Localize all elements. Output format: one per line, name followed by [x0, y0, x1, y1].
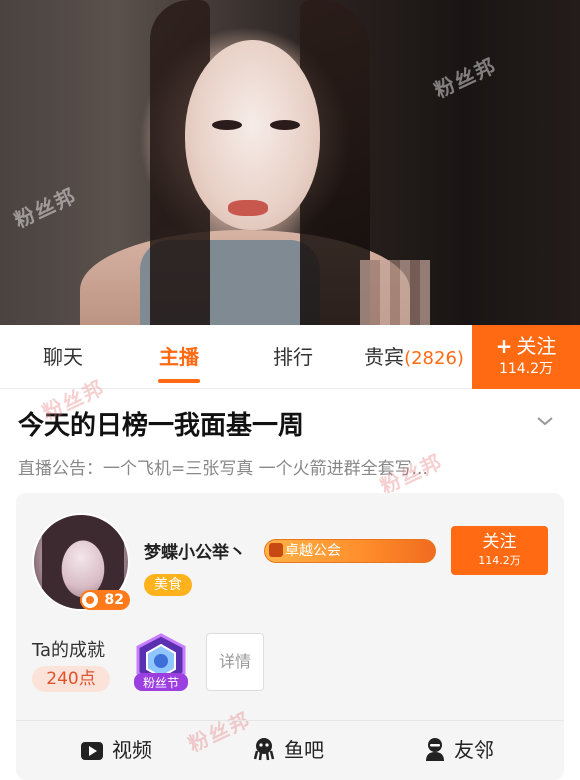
plus-icon: + — [495, 334, 513, 358]
guild-tag[interactable]: 卓越公会 — [264, 539, 436, 563]
nav-video-label: 视频 — [112, 738, 152, 762]
nav-neighbors[interactable]: 友邻 — [424, 720, 494, 780]
video-figure-eye — [212, 120, 242, 130]
achievements-label: Ta的成就 — [32, 640, 106, 661]
tab-chat-label: 聊天 — [43, 345, 83, 369]
tab-anchor-label: 主播 — [159, 345, 199, 369]
level-badge: 82 — [80, 590, 130, 610]
follow-button-top[interactable]: + 关注 114.2万 — [472, 325, 580, 389]
follow-label: 关注 — [516, 334, 557, 358]
play-icon — [81, 742, 103, 760]
tab-vip-count: (2826) — [404, 348, 464, 369]
watermark: 粉丝邦 — [10, 183, 81, 233]
tab-active-indicator — [158, 379, 200, 383]
follower-count: 114.2万 — [498, 361, 554, 377]
chevron-down-icon[interactable] — [536, 412, 554, 430]
mosaic-blur — [360, 260, 430, 325]
nav-video[interactable]: 视频 — [80, 720, 152, 780]
video-figure-lips — [228, 200, 268, 216]
details-button[interactable]: 详情 — [206, 633, 264, 691]
guild-name: 卓越公会 — [285, 543, 341, 559]
achievement-points: 240点 — [32, 666, 110, 692]
level-value: 82 — [104, 592, 124, 608]
nav-neighbors-label: 友邻 — [454, 738, 494, 762]
person-icon — [426, 738, 444, 761]
tab-ranking[interactable]: 排行 — [252, 325, 334, 389]
category-badge[interactable]: 美食 — [144, 574, 192, 596]
level-icon — [82, 592, 98, 608]
fan-festival-medal-icon[interactable]: 粉丝节 — [132, 633, 190, 693]
tab-anchor[interactable]: 主播 — [138, 325, 220, 389]
tab-vip-label: 贵宾 — [364, 345, 405, 369]
watermark: 粉丝邦 — [430, 53, 501, 103]
follow-button[interactable]: 关注 114.2万 — [451, 526, 548, 575]
medal-text: 粉丝节 — [143, 676, 179, 690]
live-video-player[interactable]: 粉丝邦 粉丝邦 — [0, 0, 580, 325]
video-figure-eye — [270, 120, 300, 130]
octopus-icon — [253, 738, 275, 761]
follow-button-count: 114.2万 — [478, 554, 521, 567]
tab-vip[interactable]: 贵宾(2826) — [358, 325, 470, 389]
tab-ranking-label: 排行 — [273, 345, 313, 369]
follow-button-label: 关注 — [482, 532, 517, 552]
nav-fishbar[interactable]: 鱼吧 — [252, 720, 324, 780]
anchor-name: 梦蝶小公举丶 — [144, 543, 246, 563]
nav-fishbar-label: 鱼吧 — [284, 738, 324, 762]
guild-icon — [269, 543, 283, 557]
